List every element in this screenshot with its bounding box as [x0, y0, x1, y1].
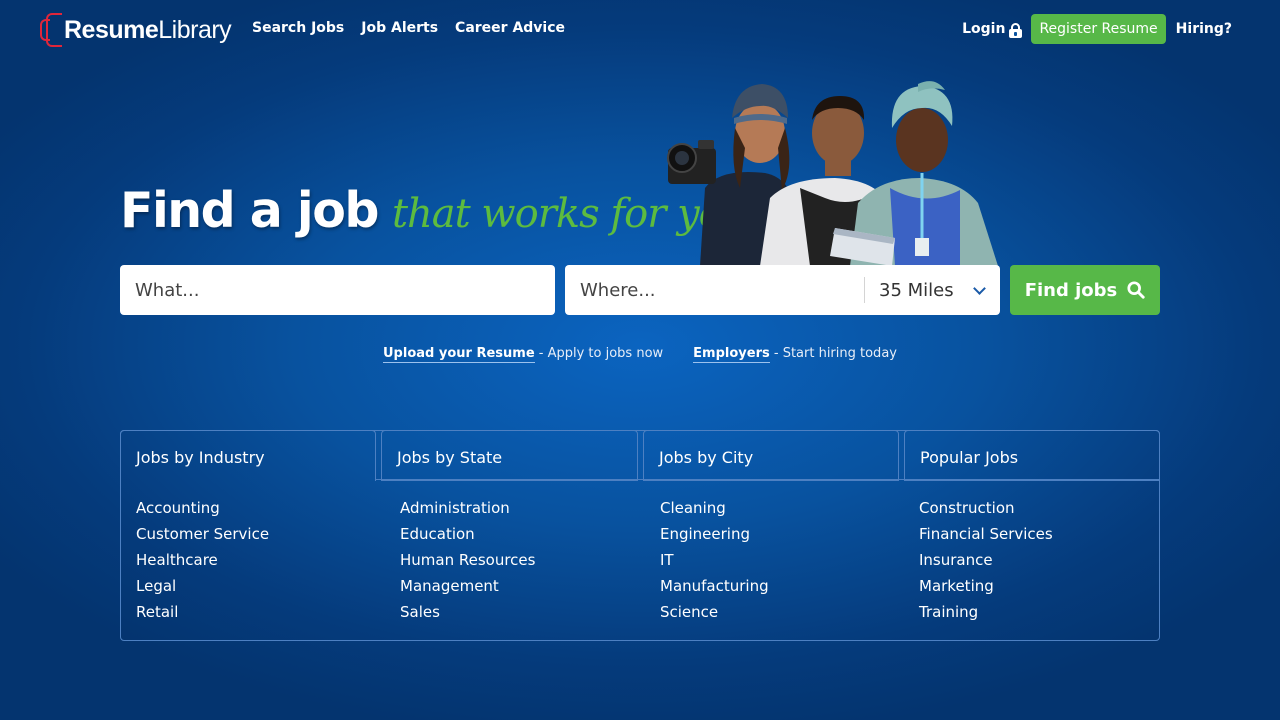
- list-item: Science: [660, 599, 769, 625]
- upload-resume-suffix: - Apply to jobs now: [534, 346, 664, 361]
- list-item: Legal: [136, 573, 269, 599]
- job-link[interactable]: Marketing: [919, 577, 994, 595]
- job-link[interactable]: Customer Service: [136, 525, 269, 543]
- list-item: Customer Service: [136, 521, 269, 547]
- list-item: Administration: [400, 495, 535, 521]
- job-link[interactable]: Engineering: [660, 525, 750, 543]
- what-input[interactable]: [120, 265, 540, 315]
- list-item: Training: [919, 599, 1053, 625]
- tab-jobs-by-state[interactable]: Jobs by State: [381, 430, 638, 481]
- nav-career-advice[interactable]: Career Advice: [455, 20, 565, 36]
- list-item: Insurance: [919, 547, 1053, 573]
- job-link[interactable]: Healthcare: [136, 551, 218, 569]
- nav-search-jobs[interactable]: Search Jobs: [252, 20, 344, 36]
- list-item: IT: [660, 547, 769, 573]
- job-link[interactable]: Sales: [400, 603, 440, 621]
- job-link[interactable]: Financial Services: [919, 525, 1053, 543]
- job-search-bar: 35 Miles Find jobs: [120, 265, 1160, 315]
- job-link[interactable]: Manufacturing: [660, 577, 769, 595]
- job-link[interactable]: Construction: [919, 499, 1015, 517]
- hero-people-image: [667, 81, 998, 266]
- list-item: Engineering: [660, 521, 769, 547]
- chevron-down-icon: [973, 282, 986, 295]
- job-link[interactable]: Insurance: [919, 551, 993, 569]
- state-list: Administration Education Human Resources…: [400, 495, 535, 625]
- list-item: Management: [400, 573, 535, 599]
- tab-popular-jobs[interactable]: Popular Jobs: [904, 430, 1160, 481]
- nav-job-alerts[interactable]: Job Alerts: [361, 20, 438, 36]
- industry-list: Accounting Customer Service Healthcare L…: [136, 495, 269, 625]
- job-link[interactable]: Human Resources: [400, 551, 535, 569]
- radius-select[interactable]: 35 Miles: [865, 265, 1000, 315]
- tab-jobs-by-industry[interactable]: Jobs by Industry: [120, 430, 376, 481]
- site-header: Resume Library Search Jobs Job Alerts Car…: [0, 0, 1280, 60]
- logo-library-text: Library: [158, 15, 232, 44]
- upload-resume-line: Upload your Resume - Apply to jobs now: [383, 346, 664, 363]
- hero-title: Find a job that works for you: [120, 182, 748, 239]
- login-label: Login: [962, 21, 1006, 37]
- header-actions: Login Register Resume Hiring?: [962, 14, 1232, 44]
- employers-line: Employers - Start hiring today: [693, 346, 897, 363]
- job-link[interactable]: Accounting: [136, 499, 220, 517]
- employers-suffix: - Start hiring today: [769, 346, 897, 361]
- job-link[interactable]: Education: [400, 525, 475, 543]
- logo-bracket-icon: [40, 13, 62, 47]
- job-link[interactable]: Legal: [136, 577, 176, 595]
- job-link[interactable]: Retail: [136, 603, 178, 621]
- login-link[interactable]: Login: [962, 21, 1023, 38]
- search-icon: [1127, 281, 1145, 299]
- find-jobs-button[interactable]: Find jobs: [1010, 265, 1160, 315]
- job-link[interactable]: Management: [400, 577, 499, 595]
- list-item: Sales: [400, 599, 535, 625]
- lock-icon: [1009, 22, 1023, 38]
- logo-resume-text: Resume: [64, 15, 159, 44]
- jobs-browse-panel: Jobs by Industry Jobs by State Jobs by C…: [120, 430, 1160, 641]
- main-nav: Search Jobs Job Alerts Career Advice: [252, 20, 565, 36]
- employers-link[interactable]: Employers: [693, 346, 770, 363]
- job-link[interactable]: Science: [660, 603, 718, 621]
- list-item: Accounting: [136, 495, 269, 521]
- where-field: 35 Miles: [565, 265, 1000, 315]
- list-item: Manufacturing: [660, 573, 769, 599]
- list-item: Marketing: [919, 573, 1053, 599]
- tab-divider-line: [376, 479, 1159, 480]
- list-item: Construction: [919, 495, 1053, 521]
- job-link[interactable]: Cleaning: [660, 499, 726, 517]
- job-link[interactable]: IT: [660, 551, 674, 569]
- popular-list: Construction Financial Services Insuranc…: [919, 495, 1053, 625]
- list-item: Retail: [136, 599, 269, 625]
- job-link[interactable]: Administration: [400, 499, 510, 517]
- list-item: Cleaning: [660, 495, 769, 521]
- city-list: Cleaning Engineering IT Manufacturing Sc…: [660, 495, 769, 625]
- upload-resume-link[interactable]: Upload your Resume: [383, 346, 535, 363]
- logo-wordmark: Resume Library: [64, 15, 232, 45]
- list-item: Financial Services: [919, 521, 1053, 547]
- where-input[interactable]: [565, 265, 860, 315]
- find-jobs-label: Find jobs: [1024, 279, 1118, 301]
- jobs-tabs: Jobs by Industry Jobs by State Jobs by C…: [120, 430, 1161, 481]
- hero-title-main: Find a job: [120, 182, 379, 239]
- register-resume-label: Register Resume: [1039, 21, 1158, 37]
- list-item: Human Resources: [400, 547, 535, 573]
- register-resume-button[interactable]: Register Resume: [1031, 14, 1166, 44]
- hiring-link[interactable]: Hiring?: [1176, 21, 1232, 37]
- hero-sub-links: Upload your Resume - Apply to jobs now E…: [0, 346, 1280, 363]
- list-item: Healthcare: [136, 547, 269, 573]
- radius-value: 35 Miles: [879, 279, 954, 301]
- job-link[interactable]: Training: [919, 603, 978, 621]
- what-field: [120, 265, 555, 315]
- list-item: Education: [400, 521, 535, 547]
- resume-library-logo[interactable]: Resume Library: [40, 12, 232, 48]
- tab-jobs-by-city[interactable]: Jobs by City: [643, 430, 899, 481]
